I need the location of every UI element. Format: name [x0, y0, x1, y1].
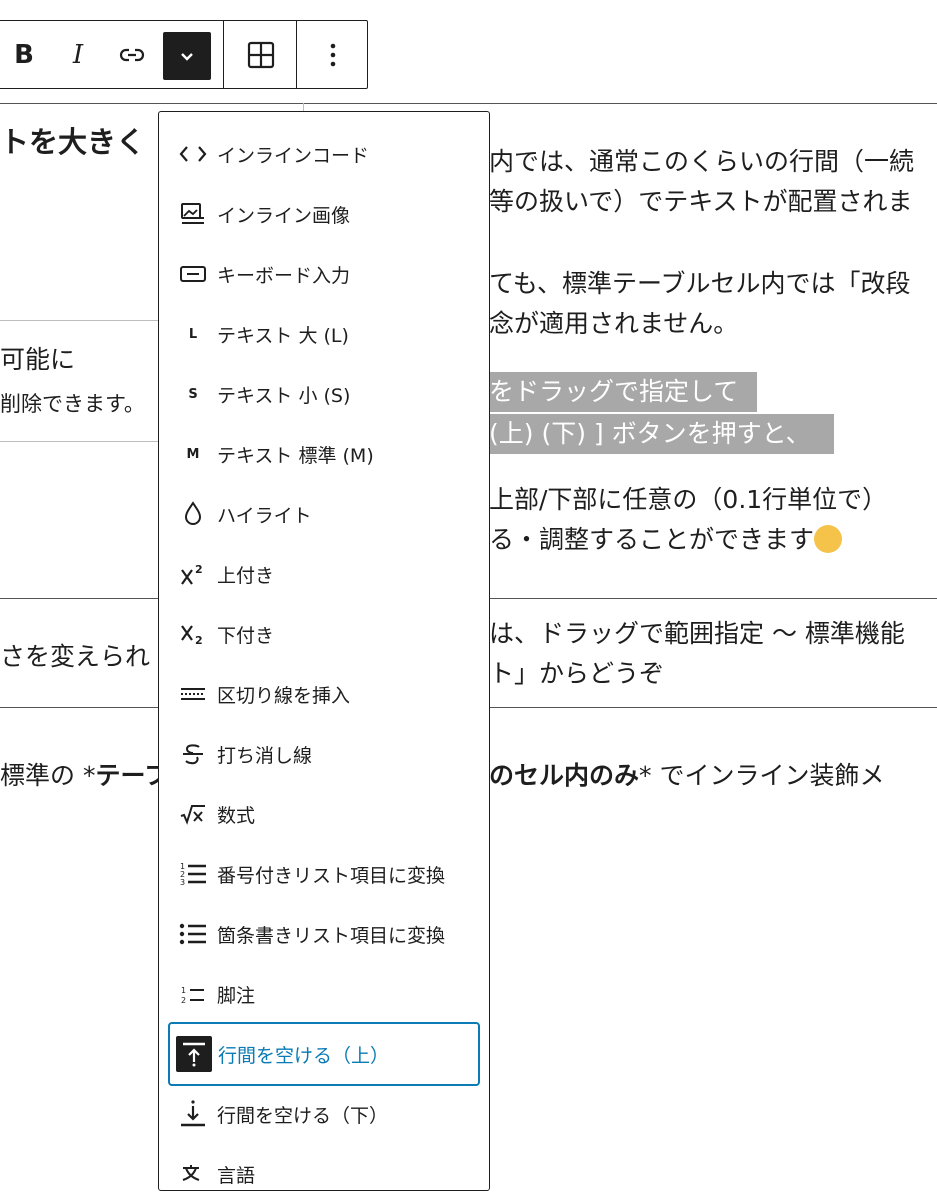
menu-item-language[interactable]: 言語 — [169, 1146, 479, 1202]
paragraph-text[interactable]: 標準の *テーフ — [0, 756, 169, 796]
text-span: * でインライン装飾メ — [639, 761, 885, 790]
code-icon — [169, 134, 217, 174]
rich-text-more-menu: インラインコード インライン画像 キーボード入力 L テキスト 大 (L) S … — [158, 111, 490, 1191]
menu-item-label: インラインコード — [217, 144, 370, 167]
menu-item-footnote[interactable]: 12 脚注 — [169, 966, 479, 1022]
cell-text[interactable]: トを大きく — [0, 122, 145, 162]
menu-item-label: 数式 — [217, 804, 256, 827]
divider-icon — [169, 674, 217, 714]
math-icon — [169, 794, 217, 834]
options-button[interactable] — [309, 21, 357, 88]
menu-item-text-small[interactable]: S テキスト 小 (S) — [169, 366, 479, 422]
menu-item-math[interactable]: 数式 — [169, 786, 479, 842]
menu-item-text-medium[interactable]: M テキスト 標準 (M) — [169, 426, 479, 482]
svg-text:2: 2 — [195, 563, 203, 576]
cell-text[interactable]: 内では、通常このくらいの行間（一続 — [489, 142, 914, 182]
menu-item-label: キーボード入力 — [217, 264, 351, 287]
kebab-icon — [330, 43, 336, 66]
italic-button[interactable]: I — [55, 21, 101, 88]
cell-text[interactable]: ト」からどうぞ — [489, 654, 664, 694]
superscript-icon: 2 — [169, 554, 217, 594]
menu-item-label: テキスト 標準 (M) — [217, 444, 374, 467]
menu-item-label: テキスト 小 (S) — [217, 384, 351, 407]
svg-text:1: 1 — [181, 986, 186, 995]
space-below-icon — [169, 1094, 217, 1134]
menu-item-label: 上付き — [217, 564, 275, 587]
menu-item-label: 言語 — [217, 1164, 256, 1187]
toolbar-separator — [296, 21, 297, 88]
strikethrough-icon — [169, 734, 217, 774]
block-toolbar: B I — [0, 20, 368, 89]
cell-text[interactable]: 削除できます。 — [0, 384, 145, 424]
table-row-border — [0, 441, 158, 442]
cell-text[interactable]: 可能に — [0, 340, 75, 380]
menu-item-highlight[interactable]: ハイライト — [169, 486, 479, 542]
menu-item-label: 区切り線を挿入 — [217, 684, 351, 707]
cell-text-span: る・調整することができます — [489, 525, 815, 554]
svg-text:3: 3 — [180, 878, 185, 887]
menu-item-ordered-list[interactable]: 123 番号付きリスト項目に変換 — [169, 846, 479, 902]
subscript-icon: 2 — [169, 614, 217, 654]
cell-text[interactable]: さを変えられ — [0, 637, 150, 677]
table-border — [0, 103, 937, 104]
bold-button[interactable]: B — [1, 21, 47, 88]
text-medium-icon: M — [186, 446, 200, 462]
menu-item-label: 行間を空ける（下） — [217, 1104, 389, 1127]
svg-text:2: 2 — [181, 996, 186, 1005]
menu-item-label: 脚注 — [217, 984, 256, 1007]
cell-text[interactable]: ても、標準テーブルセル内では「改段 — [489, 264, 911, 304]
menu-item-inline-image[interactable]: インライン画像 — [169, 186, 479, 242]
language-icon — [169, 1154, 217, 1194]
menu-item-space-above[interactable]: 行間を空ける（上） — [168, 1022, 480, 1086]
cell-text[interactable]: 等の扱いで）でテキストが配置されま — [489, 182, 913, 222]
menu-item-label: ハイライト — [217, 504, 312, 527]
svg-text:2: 2 — [195, 634, 203, 647]
menu-item-label: 下付き — [217, 624, 275, 647]
smile-emoji-icon — [814, 525, 843, 553]
menu-item-insert-divider[interactable]: 区切り線を挿入 — [169, 666, 479, 722]
cell-text[interactable]: は、ドラッグで範囲指定 〜 標準機能 — [489, 614, 905, 654]
link-button[interactable] — [109, 21, 155, 88]
toolbar-separator — [223, 21, 224, 88]
paragraph-text[interactable]: のセル内のみ* でインライン装飾メ — [489, 756, 884, 796]
table-grid-icon — [247, 41, 275, 68]
link-icon — [119, 48, 145, 61]
image-icon — [169, 194, 217, 234]
menu-item-keyboard-input[interactable]: キーボード入力 — [169, 246, 479, 302]
selected-text[interactable]: (上) (下) ] ボタンを押すと、 — [489, 414, 834, 454]
table-row-border — [0, 320, 158, 321]
chevron-down-icon — [181, 53, 193, 61]
bullet-list-icon — [169, 914, 217, 954]
menu-item-space-below[interactable]: 行間を空ける（下） — [169, 1086, 479, 1142]
text-small-icon: S — [188, 386, 198, 402]
keyboard-icon — [169, 254, 217, 294]
menu-item-label: 箇条書きリスト項目に変換 — [217, 924, 446, 947]
menu-item-label: 行間を空ける（上） — [218, 1044, 390, 1067]
menu-item-strikethrough[interactable]: 打ち消し線 — [169, 726, 479, 782]
menu-item-label: 番号付きリスト項目に変換 — [217, 864, 446, 887]
menu-item-label: テキスト 大 (L) — [217, 324, 349, 347]
text-large-icon: L — [188, 326, 198, 342]
more-rich-text-button[interactable] — [163, 32, 211, 80]
footnote-icon: 12 — [169, 974, 217, 1014]
menu-item-subscript[interactable]: 2 下付き — [169, 606, 479, 662]
cell-text[interactable]: 上部/下部に任意の（0.1行単位で） — [489, 480, 887, 520]
selected-text[interactable]: をドラッグで指定して — [489, 372, 757, 412]
highlight-drop-icon — [169, 494, 217, 534]
menu-item-inline-code[interactable]: インラインコード — [169, 126, 479, 182]
menu-item-text-large[interactable]: L テキスト 大 (L) — [169, 306, 479, 362]
menu-item-bullet-list[interactable]: 箇条書きリスト項目に変換 — [169, 906, 479, 962]
cell-text[interactable]: る・調整することができます — [489, 520, 843, 560]
table-edit-button[interactable] — [237, 21, 285, 88]
ordered-list-icon: 123 — [169, 854, 217, 894]
cell-text[interactable]: 念が適用されません。 — [489, 304, 738, 344]
space-above-icon — [170, 1034, 218, 1074]
menu-item-superscript[interactable]: 2 上付き — [169, 546, 479, 602]
text-span: 標準の * — [0, 761, 96, 790]
menu-item-label: インライン画像 — [217, 204, 351, 227]
bold-span: のセル内のみ — [489, 761, 640, 790]
menu-item-label: 打ち消し線 — [217, 744, 313, 767]
